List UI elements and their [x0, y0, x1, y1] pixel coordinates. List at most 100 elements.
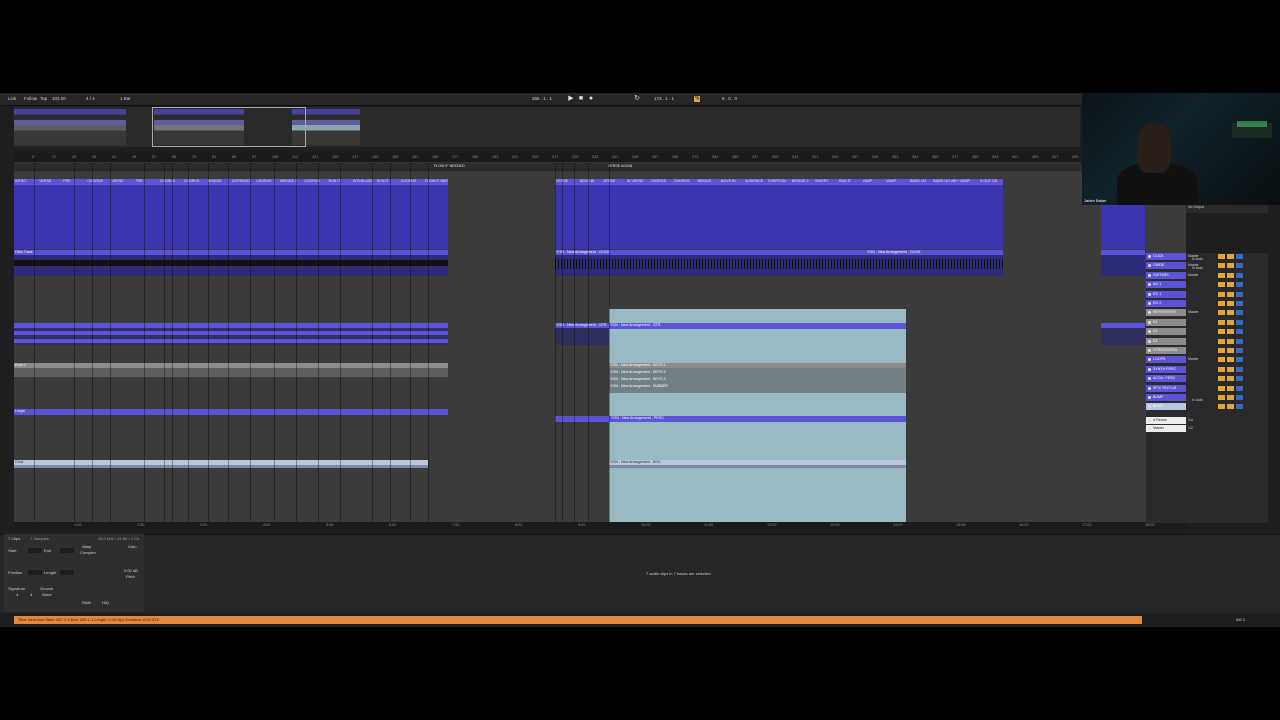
- tap-button[interactable]: Tap: [40, 96, 47, 101]
- arm-button[interactable]: [1236, 338, 1243, 344]
- locator-label[interactable]: CHORUS: [256, 179, 279, 184]
- arm-button[interactable]: [1236, 254, 1243, 259]
- arrangement-clip[interactable]: INTRO VERSE PRE CHORUS VERSE PRE CHORUS CHORUS B…: [14, 179, 448, 249]
- click-clip[interactable]: YGN - New Arrangement - CLICK YGN - New …: [555, 250, 1003, 276]
- monitor-mode[interactable]: In Auto: [1192, 257, 1203, 261]
- locator-lane[interactable]: [14, 163, 1186, 171]
- perc-clip[interactable]: YGN - New Arrangement - PERC: [555, 416, 906, 422]
- start-field[interactable]: [28, 548, 42, 553]
- output-routing[interactable]: Master: [1188, 310, 1199, 314]
- track-activator-button[interactable]: [1218, 395, 1225, 400]
- locator-label[interactable]: CHORUS: [401, 179, 424, 184]
- mixer-track-eg-2[interactable]: EG 2: [1146, 300, 1186, 307]
- master-output-label[interactable]: No Output: [1188, 205, 1204, 209]
- guitar-clip[interactable]: [14, 323, 448, 345]
- warp-mode-menu[interactable]: Complex: [80, 550, 96, 555]
- loop-icon[interactable]: ↻: [634, 95, 640, 102]
- track-activator-button[interactable]: [1218, 291, 1225, 297]
- return-track[interactable]: A Return: [1146, 416, 1186, 424]
- solo-button[interactable]: [1227, 357, 1234, 363]
- track-activator-button[interactable]: [1218, 357, 1225, 363]
- track-activator-button[interactable]: [1218, 338, 1225, 344]
- beat-time-ruler[interactable]: 9 17 25 33 41 49 57 65 73 81 89 97 105 113 121 129 137 14…: [14, 153, 1080, 163]
- guitar-clip[interactable]: [1101, 323, 1145, 345]
- bgv-clip[interactable]: YGN - New Arrangement - BGV: [609, 460, 906, 468]
- link-button[interactable]: Link: [8, 96, 16, 101]
- track-activator-button[interactable]: [1218, 404, 1225, 410]
- locator-label[interactable]: CHORUS: [87, 179, 110, 184]
- solo-button[interactable]: [1227, 310, 1234, 316]
- mixer-track-sfx-textur[interactable]: SFX/ TEXTUR: [1146, 384, 1186, 392]
- track-activator-button[interactable]: [1218, 319, 1225, 325]
- arrangement-clip[interactable]: VERSE BGVS IN VERSE IN VERSE CHORUS CHORUS BRI…: [555, 179, 1003, 249]
- mixer-track-bgvs[interactable]: BGVS: [1146, 403, 1186, 411]
- arm-button[interactable]: [1236, 310, 1243, 316]
- arm-button[interactable]: [1236, 291, 1243, 297]
- click-clip[interactable]: Click Track: [14, 250, 448, 276]
- arm-button[interactable]: [1236, 319, 1243, 325]
- loop-length-field[interactable]: 8 . 0 . 0: [722, 96, 737, 101]
- warp-button[interactable]: Warp: [82, 544, 91, 549]
- solo-button[interactable]: [1227, 395, 1234, 400]
- locator-label[interactable]: RUN IT: [839, 179, 862, 184]
- solo-button[interactable]: [1227, 385, 1234, 391]
- position-field[interactable]: [28, 570, 42, 575]
- mixer-track-k2[interactable]: K2: [1146, 328, 1186, 336]
- locator-label[interactable]: 8 OUT ON: [980, 179, 1003, 184]
- length-field[interactable]: [60, 570, 74, 575]
- locator-label[interactable]: VERSE: [39, 179, 62, 184]
- locator-label[interactable]: BGVS IN: [580, 179, 603, 184]
- solo-button[interactable]: [1227, 329, 1234, 335]
- gain-value[interactable]: 0.00 dB: [124, 568, 138, 573]
- time-signature-field[interactable]: 4 / 4: [86, 96, 95, 101]
- locator-label[interactable]: INVERT: [815, 179, 838, 184]
- arm-button[interactable]: [1236, 282, 1243, 288]
- solo-button[interactable]: [1227, 272, 1234, 278]
- locator-label[interactable]: CHORUS: [304, 179, 327, 184]
- arm-button[interactable]: [1236, 404, 1243, 410]
- track-activator-button[interactable]: [1218, 329, 1225, 335]
- track-activator-button[interactable]: [1218, 301, 1225, 306]
- locator-label[interactable]: VERSE: [111, 179, 134, 184]
- arm-button[interactable]: [1236, 357, 1243, 363]
- track-activator-button[interactable]: [1218, 376, 1225, 382]
- locator-label[interactable]: CHORUS: [650, 179, 673, 184]
- arm-button[interactable]: [1236, 348, 1243, 353]
- locator-label[interactable]: BANG UH: [910, 179, 933, 184]
- arm-button[interactable]: [1236, 366, 1243, 372]
- time-ruler[interactable]: 1:00 2:00 3:00 4:00 5:00 6:00 7:00 8:00 9:00 10:0…: [14, 522, 1186, 529]
- hiq-button[interactable]: HiQ: [102, 600, 109, 605]
- mixer-track-bump[interactable]: BUMP: [1146, 394, 1186, 401]
- monitor-mode[interactable]: In Auto: [1192, 398, 1203, 402]
- output-routing[interactable]: Master: [1188, 273, 1199, 277]
- locator-label[interactable]: AUDIENCE: [745, 179, 768, 184]
- solo-button[interactable]: [1227, 366, 1234, 372]
- solo-button[interactable]: [1227, 319, 1234, 325]
- draw-mode-icon[interactable]: ✎: [694, 95, 700, 102]
- locator-label[interactable]: VERSE: [603, 179, 626, 184]
- locator-verse-again[interactable]: VERSE AGAIN: [608, 164, 632, 169]
- stop-icon[interactable]: ■: [578, 95, 584, 102]
- choir-clip[interactable]: Choir: [14, 460, 428, 468]
- track-activator-button[interactable]: [1218, 263, 1225, 269]
- arm-button[interactable]: [1236, 329, 1243, 335]
- locator-label[interactable]: BGVS IN: [721, 179, 744, 184]
- keys-clip-selected[interactable]: YGN - New Arrangement - KEYS 1 YGN - New…: [609, 363, 906, 393]
- locator-label[interactable]: IN VERSE: [627, 179, 650, 184]
- mixer-track-keys-synth[interactable]: KEYS/SYNTH: [1146, 309, 1186, 317]
- mixer-track-synth-perc[interactable]: SYNTH PERC: [1146, 365, 1186, 373]
- track-activator-button[interactable]: [1218, 254, 1225, 259]
- locator-label[interactable]: BRIDGE 2: [280, 179, 303, 184]
- mixer-track-loops[interactable]: LOOPS: [1146, 356, 1186, 364]
- locator-label[interactable]: VAMP: [863, 179, 886, 184]
- locator-label[interactable]: VERSE: [556, 179, 579, 184]
- solo-button[interactable]: [1227, 348, 1234, 353]
- solo-button[interactable]: [1227, 263, 1234, 269]
- solo-button[interactable]: [1227, 404, 1234, 410]
- mixer-track-click[interactable]: CLICK: [1146, 253, 1186, 260]
- return-routing[interactable]: 3/4: [1188, 418, 1193, 422]
- arm-button[interactable]: [1236, 385, 1243, 391]
- locator-flow[interactable]: FLOW IF NEEDED: [434, 164, 465, 169]
- sig-den-field[interactable]: 4: [30, 592, 32, 597]
- arm-button[interactable]: [1236, 376, 1243, 382]
